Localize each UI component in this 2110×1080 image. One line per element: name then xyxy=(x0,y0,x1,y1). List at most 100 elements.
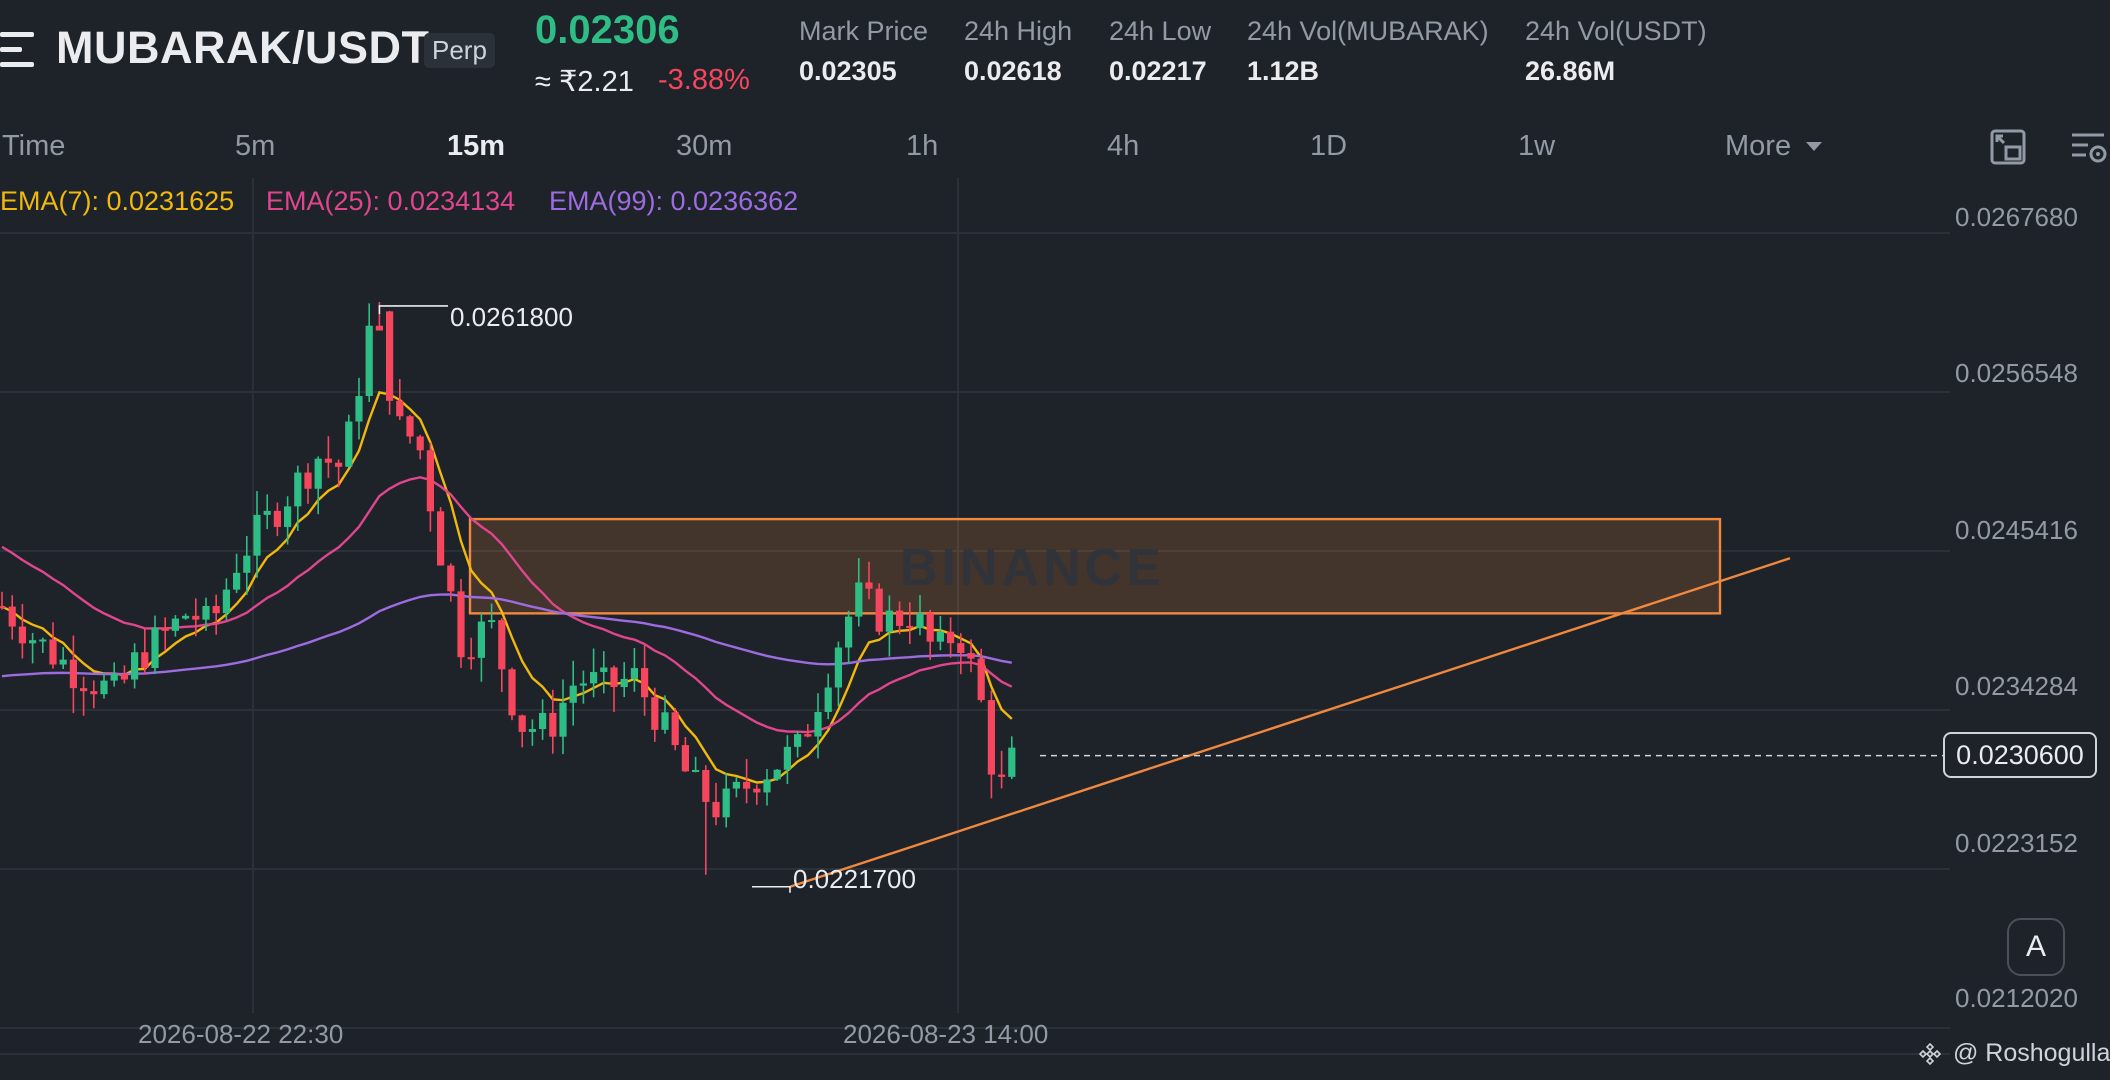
price-axis-label: 0.0223152 xyxy=(1955,828,2078,858)
candle-body xyxy=(977,658,985,701)
candle-body xyxy=(620,678,628,688)
candle-body xyxy=(161,627,169,631)
low-marker-line xyxy=(752,885,791,893)
price-axis-label: 0.0256548 xyxy=(1955,358,2078,388)
candle-body xyxy=(222,589,230,614)
candle-body xyxy=(243,555,251,573)
candle-body xyxy=(0,606,6,609)
candle-body xyxy=(579,683,587,686)
chart-grid xyxy=(0,178,1950,1055)
candle-body xyxy=(345,421,353,467)
candle-body xyxy=(467,657,475,660)
candle-body xyxy=(498,620,506,670)
candle-body xyxy=(182,615,190,619)
candle-body xyxy=(732,781,740,789)
price-axis-label: 0.0234284 xyxy=(1955,671,2078,701)
candle-body xyxy=(80,688,88,692)
candle-body xyxy=(314,458,322,489)
price-axis-label: 0.0267680 xyxy=(1955,202,2078,232)
candle-body xyxy=(539,712,547,730)
candle-body xyxy=(8,606,16,627)
candle-body xyxy=(110,673,118,681)
binance-logo-icon xyxy=(1918,1043,1942,1066)
candle-body xyxy=(814,711,822,737)
creator-credit: @ Roshogulla xyxy=(1918,1039,2110,1068)
candle-body xyxy=(641,668,649,698)
candle-body xyxy=(987,700,995,775)
candle-body xyxy=(141,652,149,668)
candle-body xyxy=(488,620,496,623)
candle-body xyxy=(773,769,781,780)
candle-body xyxy=(998,774,1006,777)
candle-body xyxy=(559,702,567,737)
candle-body xyxy=(947,631,955,644)
candle-body xyxy=(794,734,802,747)
candle-body xyxy=(855,582,863,617)
candle-body xyxy=(763,779,771,793)
candle-body xyxy=(783,746,791,770)
candle-body xyxy=(273,510,281,527)
candle-body xyxy=(661,712,669,730)
candle-body xyxy=(845,616,853,648)
low-marker-label: 0.0221700 xyxy=(793,864,916,894)
candle-body xyxy=(335,462,343,467)
candle-body xyxy=(681,745,689,772)
candle-body xyxy=(885,610,893,632)
candle-body xyxy=(396,400,404,417)
candle-body xyxy=(549,712,557,737)
candle-body xyxy=(528,729,536,732)
candle-body xyxy=(437,511,445,566)
date-axis-label: 2026-08-22 22:30 xyxy=(138,1019,344,1049)
candle-body xyxy=(406,416,414,437)
candle-body xyxy=(743,781,751,789)
candle-body xyxy=(518,715,526,732)
candle-body xyxy=(69,659,77,689)
candle-body xyxy=(1008,747,1016,777)
candle-body xyxy=(702,769,710,802)
candle-body xyxy=(151,627,159,668)
candle-body xyxy=(426,450,434,512)
candle-body xyxy=(671,712,679,746)
candle-body xyxy=(131,652,139,680)
high-marker-label: 0.0261800 xyxy=(450,302,573,332)
candle-body xyxy=(18,626,26,644)
candle-body xyxy=(90,691,98,695)
candle-body xyxy=(416,436,424,451)
candle-body xyxy=(722,788,730,818)
candle-body xyxy=(692,769,700,772)
candle-body xyxy=(610,667,618,688)
candle-body xyxy=(39,639,47,642)
candle-body xyxy=(49,639,57,665)
candle-body xyxy=(386,311,394,401)
candle-body xyxy=(355,396,363,422)
credit-text: @ Roshogulla xyxy=(1952,1039,2110,1067)
candle-body xyxy=(957,643,965,653)
price-axis-label: 0.0212020 xyxy=(1955,983,2078,1013)
candle-body xyxy=(233,572,241,590)
candle-body xyxy=(365,325,373,397)
candle-body xyxy=(569,685,577,703)
candle-body xyxy=(324,458,332,463)
candle-body xyxy=(29,640,37,644)
candle-body xyxy=(100,680,108,695)
candle-body xyxy=(304,472,312,489)
date-axis-label: 2026-08-23 14:00 xyxy=(843,1019,1049,1049)
candle-body xyxy=(263,510,271,515)
candle-body xyxy=(906,625,914,629)
candle-body xyxy=(375,325,383,331)
candle-body xyxy=(865,582,873,589)
candle-body xyxy=(284,506,292,527)
candle-body xyxy=(804,734,812,737)
candle-body xyxy=(171,618,179,631)
candle-body xyxy=(192,615,200,620)
candle-body xyxy=(508,669,516,716)
binance-watermark: BINANCE xyxy=(900,539,1165,597)
candle-body xyxy=(477,621,485,658)
candle-body xyxy=(590,672,598,684)
candle-body xyxy=(651,697,659,730)
candle-body xyxy=(916,613,924,629)
auto-scale-button[interactable]: A xyxy=(2007,918,2065,976)
price-axis-label: 0.0245416 xyxy=(1955,515,2078,545)
candle-body xyxy=(753,788,761,793)
current-price-tag: 0.0230600 xyxy=(1943,732,2097,778)
